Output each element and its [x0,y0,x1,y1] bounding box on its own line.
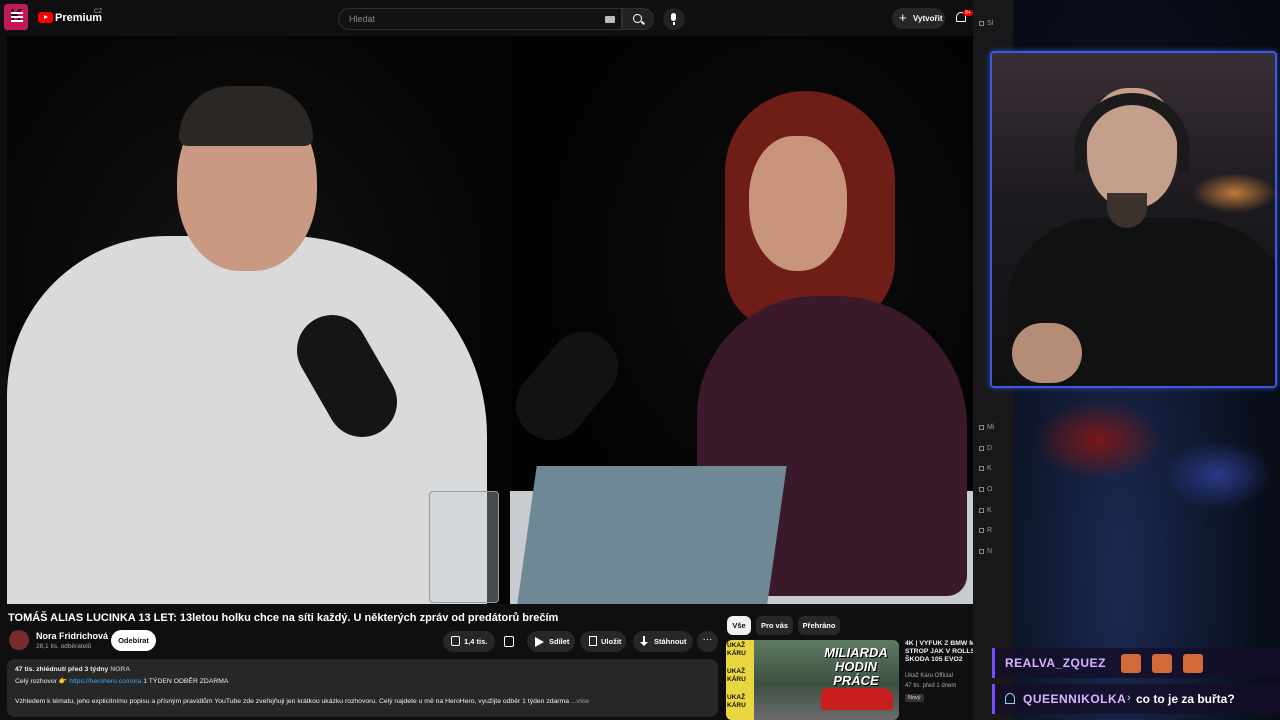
video-player[interactable] [7,36,973,604]
description-line2: Celý rozhovor 👉 https://herohero.co/nora… [15,678,229,685]
recommended-title[interactable]: 4K | VÝFUK Z BMW M STROP JAK V ROLLS ŠKO… [905,640,973,664]
sidebar-item[interactable]: N [979,548,1013,555]
search-button[interactable] [622,8,654,30]
youtube-logo-icon[interactable] [38,12,53,23]
sidebar-item[interactable]: K [979,465,1013,472]
square-icon [979,507,984,513]
bookmark-icon [589,636,597,646]
search-box[interactable] [338,8,622,30]
chat-separator-icon: › [1127,692,1131,704]
recommended-meta: 47 tis. před 1 dnem [905,683,957,689]
woman-face [749,136,847,271]
subscriber-count: 28,1 tis. odběratelů [36,643,92,650]
subscribe-button[interactable]: Odebírat [111,630,156,651]
like-count: 1,4 tis. [464,637,488,646]
chat-text: co to je za buřta? [1136,692,1235,706]
channel-avatar[interactable] [9,630,29,650]
download-label: Stáhnout [654,637,687,646]
chip-watched[interactable]: Přehráno [798,616,840,635]
square-icon [979,424,984,430]
sidebar-item[interactable]: K [979,507,1013,514]
share-icon [535,637,544,647]
sidebar-item[interactable]: Mi [979,424,1013,431]
sidebar-item[interactable]: R [979,527,1013,534]
herohero-link[interactable]: https://herohero.co/nora [69,678,141,685]
headphones-icon [1074,93,1190,173]
emote-icon [1183,654,1203,673]
square-icon [979,527,984,533]
chat-message: QUEENNIKOLKA › co to je za buřta? [992,684,1280,714]
menu-icon[interactable] [11,12,23,22]
show-more-link[interactable]: ...více [571,698,589,705]
new-badge: Nový [905,694,924,702]
notification-badge: 9+ [963,10,973,16]
square-icon [979,20,984,26]
chat-username: QUEENNIKOLKA [1023,692,1127,706]
sidebar-item[interactable]: D [979,445,1013,452]
red-light [1033,400,1163,480]
recommended-channel[interactable]: Ukaž Káru Official [905,673,953,679]
thumbnail-band: UKAŽ KÁRU UKAŽ KÁRU UKAŽ KÁRU [726,640,754,720]
webcam-overlay [990,51,1277,388]
download-button[interactable]: Stáhnout [633,631,693,652]
recommended-thumbnail[interactable]: UKAŽ KÁRU UKAŽ KÁRU UKAŽ KÁRU MILIARDA HO… [726,640,899,720]
top-bar: K Premium CZ + Vytvořit 9+ [0,0,973,36]
background-lights [1192,173,1275,213]
chat-username: REALVA_ZQUEZ [1005,656,1106,670]
square-icon [979,486,984,492]
voice-search-button[interactable] [663,8,685,30]
chip-for-you[interactable]: Pro vás [756,616,793,635]
create-button[interactable]: + Vytvořit [892,8,945,29]
square-icon [979,548,984,554]
sidebar-item[interactable]: Sl [979,20,1013,27]
plus-icon: + [899,10,907,25]
community-badge-icon [1005,693,1015,704]
save-button[interactable]: Uložit [580,631,626,652]
channel-name[interactable]: Nora Fridrichová [36,631,108,641]
laptop [517,466,787,604]
thumbnail-car [821,688,893,710]
like-button[interactable]: 1,4 tis. [443,631,495,652]
man-hair [179,86,313,146]
emote-icon [1152,654,1172,673]
square-icon [979,465,984,471]
search-icon [633,14,642,23]
water-glass [429,491,499,603]
brand-country: CZ [94,9,102,15]
streamer-arm [1012,323,1082,383]
description-tag: NORA [110,666,131,673]
man-figure [7,236,487,604]
download-icon [640,636,648,646]
create-label: Vytvořit [913,14,943,23]
emote-icon [1121,654,1141,673]
sidebar-item[interactable]: O [979,486,1013,493]
thumbnail-title: MILIARDA HODIN PRÁCE [824,645,888,688]
description-line3: Vzhledem k tématu, jeho explicitnímu pop… [15,698,590,705]
keyboard-icon[interactable] [605,16,615,23]
share-label: Sdílet [549,637,570,646]
chip-all[interactable]: Vše [727,616,751,635]
video-title: TOMÁŠ ALIAS LUCINKA 13 LET: 13letou holk… [8,612,559,624]
description-stats: 47 tis. zhlédnutí před 3 týdny NORA [15,666,131,673]
description-box[interactable]: 47 tis. zhlédnutí před 3 týdny NORA Celý… [7,659,718,717]
square-icon [979,445,984,451]
save-label: Uložit [601,637,622,646]
share-button[interactable]: Sdílet [527,631,575,652]
video-left-frame [7,36,510,604]
thumbs-up-icon [451,636,460,646]
dislike-button[interactable] [499,631,519,652]
blue-light [1163,440,1273,510]
youtube-window: K Premium CZ + Vytvořit 9+ [0,0,973,720]
chat-message: REALVA_ZQUEZ [992,648,1280,678]
more-actions-button[interactable]: ··· [697,631,718,652]
search-input[interactable] [347,12,597,26]
